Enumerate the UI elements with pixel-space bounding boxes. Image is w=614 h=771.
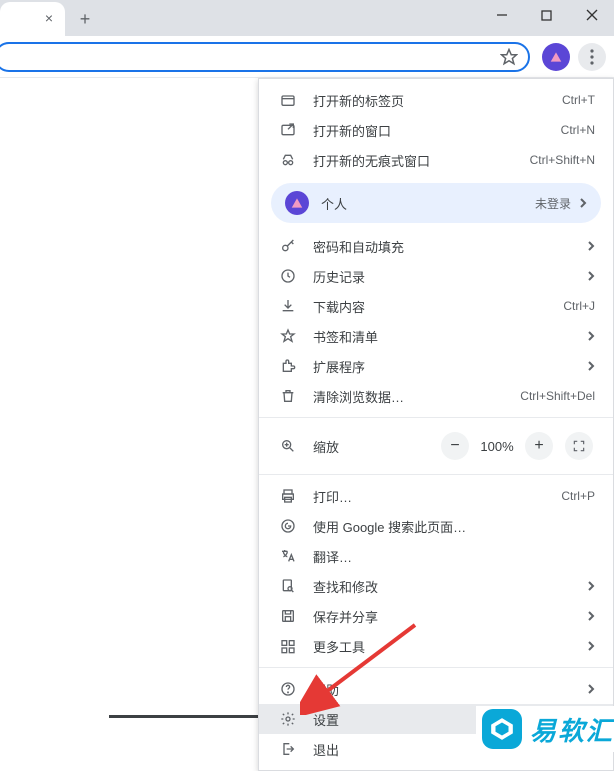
gear-icon bbox=[277, 711, 299, 727]
profile-label: 个人 bbox=[321, 194, 535, 213]
zoom-in-button[interactable]: + bbox=[525, 432, 553, 460]
menu-label: 保存并分享 bbox=[313, 607, 577, 626]
menu-profile-row[interactable]: 个人 未登录 bbox=[271, 183, 601, 223]
menu-more-tools[interactable]: 更多工具 bbox=[259, 631, 613, 661]
profile-button[interactable] bbox=[542, 43, 570, 71]
menu-bookmarks[interactable]: 书签和清单 bbox=[259, 321, 613, 351]
menu-separator bbox=[259, 417, 613, 418]
window-icon bbox=[277, 122, 299, 138]
menu-separator bbox=[259, 474, 613, 475]
history-icon bbox=[277, 268, 299, 284]
incognito-icon bbox=[277, 152, 299, 168]
menu-label: 翻译… bbox=[313, 547, 595, 566]
menu-label: 历史记录 bbox=[313, 267, 577, 286]
chevron-right-icon bbox=[587, 683, 595, 695]
trash-icon bbox=[277, 388, 299, 404]
exit-icon bbox=[277, 741, 299, 757]
menu-label: 扩展程序 bbox=[313, 357, 577, 376]
browser-toolbar bbox=[0, 36, 614, 78]
menu-google-search[interactable]: 使用 Google 搜索此页面… bbox=[259, 511, 613, 541]
menu-new-window[interactable]: 打开新的窗口 Ctrl+N bbox=[259, 115, 613, 145]
chevron-right-icon bbox=[587, 360, 595, 372]
menu-translate[interactable]: 翻译… bbox=[259, 541, 613, 571]
print-icon bbox=[277, 488, 299, 504]
watermark-text: 易软汇 bbox=[530, 711, 614, 748]
minimize-button[interactable] bbox=[479, 0, 524, 30]
menu-label: 查找和修改 bbox=[313, 577, 577, 596]
chevron-right-icon bbox=[587, 640, 595, 652]
chevron-right-icon bbox=[587, 270, 595, 282]
profile-status: 未登录 bbox=[535, 195, 571, 212]
chevron-right-icon bbox=[587, 330, 595, 342]
tab-strip: × + bbox=[0, 0, 614, 36]
menu-passwords[interactable]: 密码和自动填充 bbox=[259, 231, 613, 261]
tools-icon bbox=[277, 638, 299, 654]
menu-print[interactable]: 打印… Ctrl+P bbox=[259, 481, 613, 511]
watermark-logo-icon bbox=[482, 709, 522, 749]
chevron-right-icon bbox=[587, 580, 595, 592]
address-bar[interactable] bbox=[0, 42, 530, 72]
tab-close-icon[interactable]: × bbox=[45, 10, 53, 26]
zoom-value: 100% bbox=[471, 439, 523, 454]
search-page-icon bbox=[277, 578, 299, 594]
menu-label: 打印… bbox=[313, 487, 561, 506]
chevron-right-icon bbox=[587, 610, 595, 622]
chevron-right-icon bbox=[587, 240, 595, 252]
menu-label: 下载内容 bbox=[313, 297, 563, 316]
menu-shortcut: Ctrl+N bbox=[561, 123, 595, 137]
menu-label: 帮助 bbox=[313, 680, 577, 699]
star-icon bbox=[277, 328, 299, 344]
bookmark-star-icon[interactable] bbox=[500, 48, 518, 66]
window-controls bbox=[479, 0, 614, 30]
chevron-right-icon bbox=[579, 197, 587, 209]
menu-label: 书签和清单 bbox=[313, 327, 577, 346]
menu-shortcut: Ctrl+P bbox=[561, 489, 595, 503]
menu-zoom-row: 缩放 − 100% + bbox=[259, 424, 613, 468]
watermark: 易软汇 bbox=[476, 706, 614, 752]
menu-extensions[interactable]: 扩展程序 bbox=[259, 351, 613, 381]
menu-label: 打开新的无痕式窗口 bbox=[313, 151, 530, 170]
chrome-main-menu: 打开新的标签页 Ctrl+T 打开新的窗口 Ctrl+N 打开新的无痕式窗口 C… bbox=[258, 78, 614, 771]
menu-label: 密码和自动填充 bbox=[313, 237, 577, 256]
menu-label: 更多工具 bbox=[313, 637, 577, 656]
close-window-button[interactable] bbox=[569, 0, 614, 30]
tab-icon bbox=[277, 92, 299, 108]
menu-downloads[interactable]: 下载内容 Ctrl+J bbox=[259, 291, 613, 321]
avatar-icon bbox=[285, 191, 309, 215]
menu-new-incognito[interactable]: 打开新的无痕式窗口 Ctrl+Shift+N bbox=[259, 145, 613, 175]
browser-tab[interactable]: × bbox=[0, 2, 65, 36]
download-icon bbox=[277, 298, 299, 314]
menu-label: 打开新的标签页 bbox=[313, 91, 562, 110]
fullscreen-button[interactable] bbox=[565, 432, 593, 460]
menu-shortcut: Ctrl+T bbox=[562, 93, 595, 107]
menu-save-share[interactable]: 保存并分享 bbox=[259, 601, 613, 631]
google-icon bbox=[277, 518, 299, 534]
menu-history[interactable]: 历史记录 bbox=[259, 261, 613, 291]
new-tab-button[interactable]: + bbox=[71, 5, 99, 33]
menu-label: 使用 Google 搜索此页面… bbox=[313, 517, 595, 536]
zoom-label: 缩放 bbox=[313, 437, 439, 456]
menu-help[interactable]: 帮助 bbox=[259, 674, 613, 704]
help-icon bbox=[277, 681, 299, 697]
save-icon bbox=[277, 608, 299, 624]
menu-shortcut: Ctrl+Shift+N bbox=[530, 153, 595, 167]
menu-clear-data[interactable]: 清除浏览数据… Ctrl+Shift+Del bbox=[259, 381, 613, 411]
key-icon bbox=[277, 238, 299, 254]
maximize-button[interactable] bbox=[524, 0, 569, 30]
menu-shortcut: Ctrl+J bbox=[563, 299, 595, 313]
menu-label: 打开新的窗口 bbox=[313, 121, 561, 140]
menu-label: 清除浏览数据… bbox=[313, 387, 520, 406]
menu-shortcut: Ctrl+Shift+Del bbox=[520, 389, 595, 403]
puzzle-icon bbox=[277, 358, 299, 374]
menu-new-tab[interactable]: 打开新的标签页 Ctrl+T bbox=[259, 85, 613, 115]
menu-find[interactable]: 查找和修改 bbox=[259, 571, 613, 601]
more-menu-button[interactable] bbox=[578, 43, 606, 71]
zoom-out-button[interactable]: − bbox=[441, 432, 469, 460]
menu-separator bbox=[259, 667, 613, 668]
translate-icon bbox=[277, 548, 299, 564]
zoom-icon bbox=[277, 438, 299, 454]
